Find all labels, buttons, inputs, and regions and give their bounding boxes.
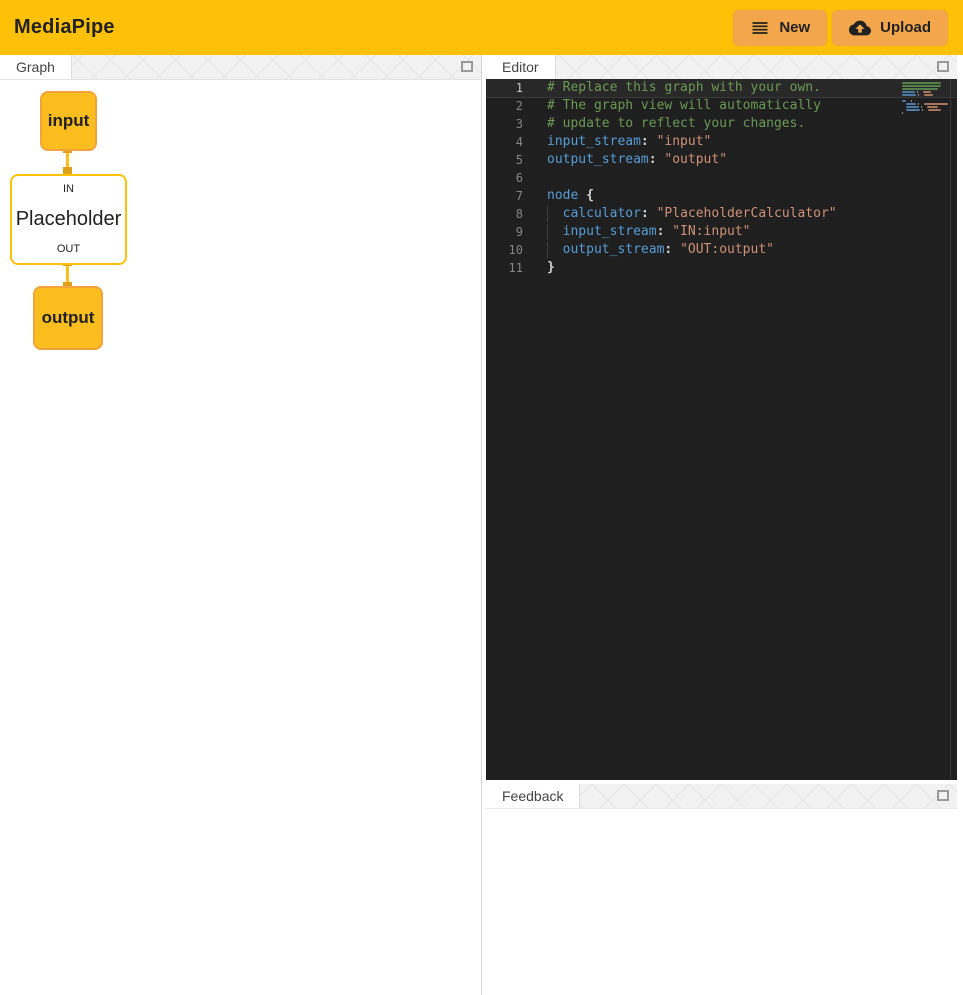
- graph-node-output[interactable]: output: [33, 286, 103, 350]
- graph-node-placeholder-label: Placeholder: [16, 208, 122, 231]
- minimap-line: [902, 82, 948, 84]
- editor-panel: Editor 1# Replace this graph with your o…: [486, 55, 957, 780]
- code-line: 10 output_stream: "OUT:output": [486, 241, 957, 259]
- code-line: 6: [486, 169, 957, 187]
- minimap-line: [902, 91, 948, 93]
- page-title: MediaPipe: [0, 16, 115, 39]
- minimap[interactable]: [902, 82, 948, 115]
- graph-node-output-label: output: [42, 308, 95, 328]
- code-line: 11}: [486, 259, 957, 277]
- editor-maximize-icon[interactable]: [937, 61, 949, 72]
- right-column: Editor 1# Replace this graph with your o…: [486, 55, 957, 995]
- feedback-maximize-icon[interactable]: [937, 790, 949, 801]
- code-lines: 1# Replace this graph with your own.2# T…: [486, 79, 957, 277]
- upload-button-label: Upload: [880, 19, 931, 36]
- app-root: MediaPipe New Upload Graph: [0, 0, 963, 995]
- graph-node-input-label: input: [48, 111, 90, 131]
- minimap-line: [902, 103, 948, 105]
- minimap-line: [902, 109, 948, 111]
- code-line: 9 input_stream: "IN:input": [486, 223, 957, 241]
- minimap-line: [902, 112, 948, 114]
- code-line: 5output_stream: "output": [486, 151, 957, 169]
- new-button[interactable]: New: [733, 10, 827, 46]
- code-editor[interactable]: 1# Replace this graph with your own.2# T…: [486, 79, 957, 780]
- reorder-icon: [750, 18, 770, 38]
- minimap-line: [902, 94, 948, 96]
- graph-canvas[interactable]: input IN Placeholder OUT output: [0, 79, 481, 995]
- placeholder-in-label: IN: [63, 183, 74, 195]
- code-line: 1# Replace this graph with your own.: [486, 79, 957, 97]
- graph-maximize-icon[interactable]: [461, 61, 473, 72]
- tab-graph[interactable]: Graph: [0, 55, 72, 79]
- feedback-panel: Feedback: [486, 784, 957, 995]
- graph-panel: Graph input IN Placeholder OUT output: [0, 55, 482, 995]
- feedback-tab-strip: Feedback: [486, 784, 957, 808]
- code-line: 3# update to reflect your changes.: [486, 115, 957, 133]
- graph-tab-strip: Graph: [0, 55, 481, 79]
- placeholder-out-label: OUT: [57, 243, 80, 255]
- upload-button[interactable]: Upload: [832, 10, 948, 46]
- editor-tab-strip: Editor: [486, 55, 957, 79]
- minimap-line: [902, 85, 948, 87]
- code-line: 2# The graph view will automatically: [486, 97, 957, 115]
- minimap-line: [902, 106, 948, 108]
- graph-node-placeholder[interactable]: IN Placeholder OUT: [10, 174, 127, 265]
- tab-feedback[interactable]: Feedback: [486, 784, 580, 808]
- minimap-separator: [950, 79, 951, 780]
- minimap-line: [902, 100, 948, 102]
- header-actions: New Upload: [733, 10, 963, 46]
- tab-editor[interactable]: Editor: [486, 55, 556, 79]
- app-header: MediaPipe New Upload: [0, 0, 963, 55]
- code-line: 8 calculator: "PlaceholderCalculator": [486, 205, 957, 223]
- code-line: 4input_stream: "input": [486, 133, 957, 151]
- graph-node-input[interactable]: input: [40, 91, 97, 151]
- code-line: 7node {: [486, 187, 957, 205]
- new-button-label: New: [779, 19, 810, 36]
- feedback-output: [486, 808, 957, 995]
- cloud-upload-icon: [849, 17, 871, 39]
- minimap-line: [902, 97, 948, 99]
- minimap-line: [902, 88, 948, 90]
